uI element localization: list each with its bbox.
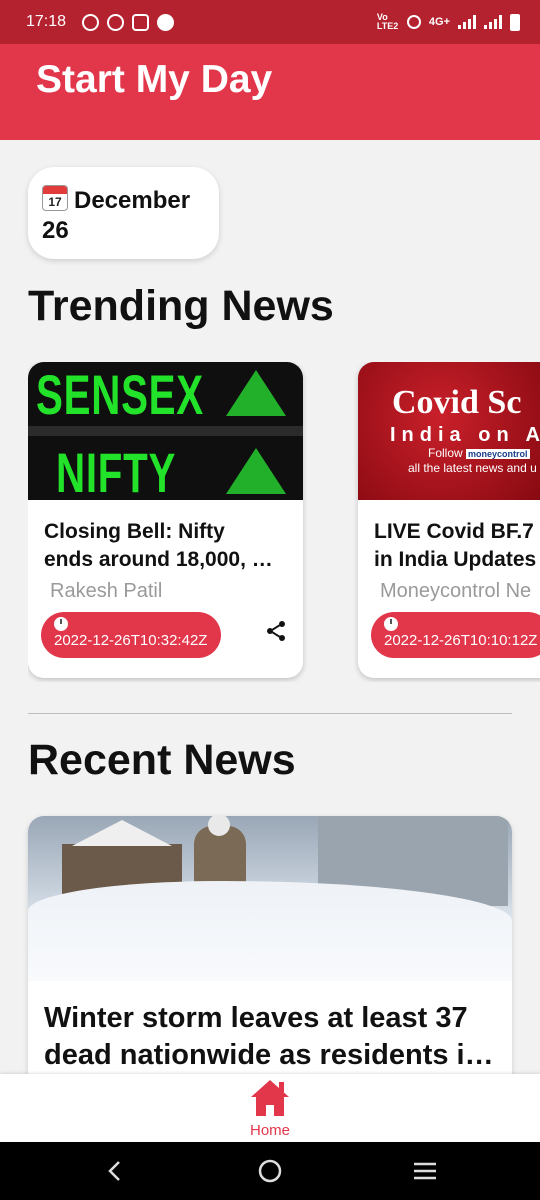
up-arrow-icon — [226, 370, 286, 416]
thumbnail-text: all the latest news and u — [408, 461, 537, 475]
instagram-icon — [132, 13, 150, 31]
clock-icon — [384, 617, 398, 631]
home-icon — [251, 1080, 289, 1116]
thumbnail-text: Follow moneycontrol — [428, 446, 530, 460]
published-time: 2022-12-26T10:10:12Z — [384, 632, 538, 649]
hotspot-icon — [406, 15, 421, 29]
date-day: 26 — [42, 217, 69, 244]
news-title: Closing Bell: Nifty ends around 18,000, … — [44, 520, 273, 571]
thumbnail-text: India on A — [390, 424, 540, 446]
status-bar: 17:18 Vo LTE2 4G+ — [0, 0, 540, 44]
signal-icon — [458, 15, 476, 29]
news-thumbnail: Covid Sc India on A Follow moneycontrol … — [358, 362, 540, 500]
published-badge: 2022-12-26T10:32:42Z — [41, 612, 221, 658]
section-divider — [28, 713, 512, 714]
app-title: Start My Day — [36, 58, 273, 101]
volte-label: Vo LTE2 — [376, 12, 399, 31]
signal-icon-2 — [484, 15, 502, 29]
published-time: 2022-12-26T10:32:42Z — [54, 632, 208, 649]
news-title: Winter storm leaves at least 37 dead nat… — [44, 1002, 504, 1071]
trending-card[interactable]: SENSEX NIFTY Closing Bell: Nifty ends ar… — [28, 362, 303, 678]
news-thumbnail — [28, 816, 512, 981]
date-chip: 17 December 26 — [28, 167, 219, 259]
trending-section-title: Trending News — [28, 282, 334, 330]
thumbnail-text: SENSEX — [36, 363, 204, 426]
published-badge: 2022-12-26T10:10:12Z — [371, 612, 540, 658]
clock-icon — [54, 617, 68, 631]
recent-card[interactable]: Winter storm leaves at least 37 dead nat… — [28, 816, 512, 1116]
thumbnail-snow — [28, 881, 512, 981]
status-system-icons: Vo LTE2 4G+ — [377, 13, 520, 31]
back-icon[interactable] — [100, 1156, 130, 1186]
recent-section-title: Recent News — [28, 736, 296, 784]
app-icon — [107, 13, 125, 31]
system-navigation-bar — [0, 1142, 540, 1200]
thumbnail-text: Covid Sc — [392, 384, 522, 421]
news-author: Moneycontrol Ne — [380, 580, 532, 602]
thumbnail-text: NIFTY — [56, 441, 177, 500]
trending-carousel[interactable]: SENSEX NIFTY Closing Bell: Nifty ends ar… — [28, 362, 540, 682]
recent-apps-icon[interactable] — [410, 1156, 440, 1186]
news-author: Rakesh Patil — [50, 580, 163, 602]
bottom-navigation: Home — [0, 1074, 540, 1142]
whatsapp-icon — [82, 13, 100, 31]
up-arrow-icon — [226, 448, 286, 494]
status-time: 17:18 — [26, 13, 67, 30]
home-button-icon[interactable] — [255, 1156, 285, 1186]
status-notification-icons — [82, 13, 175, 31]
trending-card[interactable]: Covid Sc India on A Follow moneycontrol … — [358, 362, 540, 678]
date-month: December — [74, 187, 191, 214]
nav-item-label: Home — [249, 1122, 290, 1139]
battery-icon — [510, 13, 520, 31]
notification-icon — [157, 13, 175, 31]
share-icon[interactable] — [264, 619, 288, 643]
nav-item-home[interactable]: Home — [240, 1078, 300, 1142]
calendar-icon: 17 — [42, 185, 68, 211]
news-title: LIVE Covid BF.7 V in India Updates — [374, 520, 540, 571]
app-header: Start My Day — [0, 44, 540, 140]
news-thumbnail: SENSEX NIFTY — [28, 362, 303, 500]
thumbnail-divider — [28, 426, 303, 436]
network-type: 4G+ — [428, 16, 450, 28]
